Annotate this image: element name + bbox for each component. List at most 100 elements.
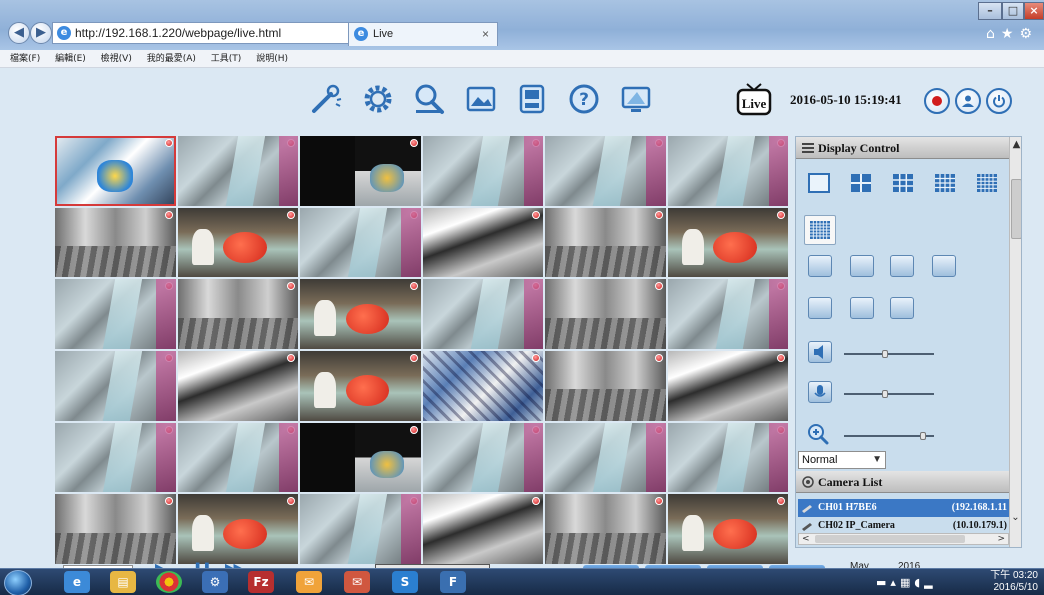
camera-video-tile[interactable]: [300, 207, 421, 278]
tools-gear-icon[interactable]: ⚙: [1019, 26, 1038, 42]
menu-edit[interactable]: 編輯(E): [55, 54, 86, 64]
camera-video-tile[interactable]: [422, 207, 543, 278]
internet-explorer-icon[interactable]: e: [64, 571, 90, 593]
help-icon[interactable]: ?: [565, 80, 603, 118]
home-icon[interactable]: ⌂: [986, 26, 1001, 42]
file-explorer-icon[interactable]: ▤: [110, 571, 136, 593]
camera-video-tile[interactable]: [300, 494, 421, 564]
camera-video-tile[interactable]: [55, 207, 176, 278]
zoom-slider[interactable]: [844, 432, 934, 440]
camera-video-tile[interactable]: [55, 136, 176, 206]
camera-video-tile[interactable]: [422, 494, 543, 564]
volume-slider[interactable]: [844, 350, 934, 358]
backup-drive-icon[interactable]: [513, 80, 551, 118]
camera-video-tile[interactable]: [545, 350, 666, 421]
record-button[interactable]: [924, 88, 950, 114]
image-icon[interactable]: [462, 80, 500, 118]
zoom-slider-knob[interactable]: [920, 432, 926, 440]
camera-video-tile[interactable]: [545, 422, 666, 493]
camera-video-tile[interactable]: [300, 422, 421, 493]
camera-video-tile[interactable]: [545, 494, 666, 564]
camera-video-tile[interactable]: [177, 207, 298, 278]
menu-file[interactable]: 檔案(F): [10, 54, 40, 64]
window-maximize-button[interactable]: □: [1002, 2, 1024, 20]
microphone-slider-knob[interactable]: [882, 390, 888, 398]
system-tray[interactable]: ▬▴▦◖▂: [876, 576, 937, 590]
window-close-button[interactable]: ×: [1024, 2, 1044, 20]
camera-video-tile[interactable]: [177, 279, 298, 349]
search-playback-icon[interactable]: [410, 80, 448, 118]
sequence-button[interactable]: [808, 255, 832, 277]
taskbar-clock[interactable]: 下午 03:20 2016/5/10: [990, 570, 1038, 594]
menu-tools[interactable]: 工具(T): [211, 54, 242, 64]
document-app-icon[interactable]: F: [440, 571, 466, 593]
signal-icon[interactable]: ▂: [924, 576, 936, 589]
settings-app-icon[interactable]: ⚙: [202, 571, 228, 593]
speaker-button[interactable]: [808, 341, 832, 363]
scroll-right-icon[interactable]: >: [997, 534, 1005, 544]
multi-window-button[interactable]: [850, 255, 874, 277]
snapshot-button[interactable]: [808, 297, 832, 319]
camera-video-tile[interactable]: [300, 350, 421, 421]
microphone-slider[interactable]: [844, 390, 934, 398]
menu-help[interactable]: 說明(H): [256, 54, 288, 64]
layout-6x6-button[interactable]: [804, 215, 836, 245]
camera-video-tile[interactable]: [667, 207, 788, 278]
panel-vertical-scrollbar[interactable]: ▲: [1009, 137, 1021, 547]
printer-icon[interactable]: ▬: [876, 576, 890, 589]
scroll-left-icon[interactable]: <: [802, 534, 810, 544]
volume-icon[interactable]: ◖: [914, 576, 924, 589]
camera-video-tile[interactable]: [177, 494, 298, 564]
camera-video-tile[interactable]: [55, 422, 176, 493]
network-icon[interactable]: ▦: [900, 576, 914, 589]
camera-video-tile[interactable]: [667, 494, 788, 564]
camera-video-tile[interactable]: [177, 136, 298, 206]
save-button[interactable]: [890, 297, 914, 319]
camera-video-tile[interactable]: [667, 422, 788, 493]
camera-list-header[interactable]: Camera List: [796, 471, 1009, 493]
panel-scroll-thumb[interactable]: [1011, 179, 1021, 239]
camera-video-tile[interactable]: [667, 350, 788, 421]
skype-icon[interactable]: S: [392, 571, 418, 593]
camera-video-tile[interactable]: [55, 350, 176, 421]
camera-list-horizontal-scrollbar[interactable]: < >: [798, 533, 1009, 545]
camera-video-tile[interactable]: [667, 279, 788, 349]
camera-video-tile[interactable]: [177, 350, 298, 421]
camera-video-tile[interactable]: [422, 350, 543, 421]
osd-button[interactable]: [932, 255, 956, 277]
camera-video-tile[interactable]: [422, 279, 543, 349]
settings-gear-icon[interactable]: [359, 80, 397, 118]
mail-client-icon[interactable]: ✉: [344, 571, 370, 593]
tools-icon[interactable]: [307, 80, 345, 118]
zoom-icon[interactable]: [806, 423, 830, 445]
layout-5x5-button[interactable]: [974, 171, 1000, 195]
monitor-icon[interactable]: [617, 80, 655, 118]
display-control-header[interactable]: Display Control: [796, 137, 1009, 159]
camera-video-tile[interactable]: [545, 136, 666, 206]
camera-video-tile[interactable]: [300, 279, 421, 349]
layout-3x3-button[interactable]: [890, 171, 916, 195]
layout-4x4-button[interactable]: [932, 171, 958, 195]
camera-video-tile[interactable]: [667, 136, 788, 206]
menu-favorites[interactable]: 我的最愛(A): [147, 54, 196, 64]
scroll-thumb[interactable]: [815, 535, 965, 543]
browser-tool-icons[interactable]: ⌂★⚙: [986, 26, 1038, 42]
tray-expand-icon[interactable]: ▴: [890, 576, 900, 589]
mail-app-icon[interactable]: ✉: [296, 571, 322, 593]
camera-video-tile[interactable]: [55, 494, 176, 564]
volume-slider-knob[interactable]: [882, 350, 888, 358]
camera-video-tile[interactable]: [177, 422, 298, 493]
fullscreen-button[interactable]: [890, 255, 914, 277]
camera-video-tile[interactable]: [55, 279, 176, 349]
camera-video-tile[interactable]: [422, 422, 543, 493]
window-minimize-button[interactable]: –: [978, 2, 1002, 20]
start-button[interactable]: [4, 570, 32, 595]
favorites-star-icon[interactable]: ★: [1001, 26, 1020, 42]
forward-button[interactable]: ▶: [30, 22, 52, 44]
menu-view[interactable]: 檢視(V): [101, 54, 132, 64]
scroll-up-icon[interactable]: ▲: [1010, 137, 1021, 153]
address-bar[interactable]: e http://192.168.1.220/webpage/live.html…: [52, 22, 350, 44]
camera-video-tile[interactable]: [300, 136, 421, 206]
tab-live[interactable]: e Live ×: [348, 22, 498, 46]
layout-2x2-button[interactable]: [848, 171, 874, 195]
